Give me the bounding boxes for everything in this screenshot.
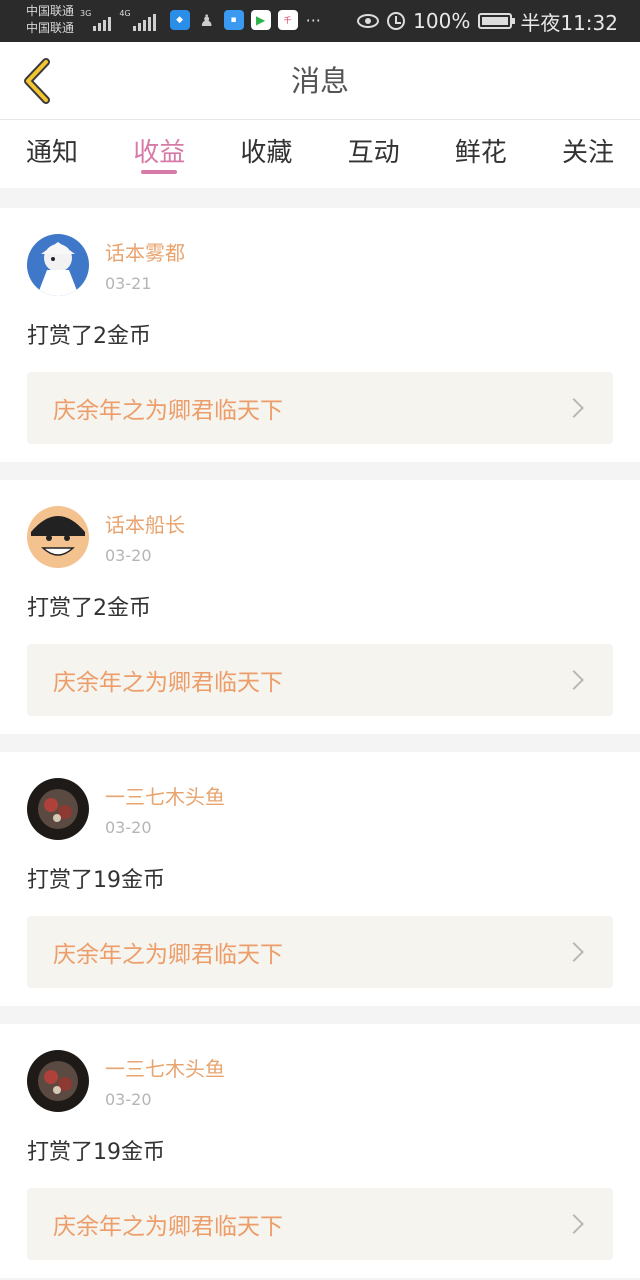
carrier-2: 中国联通 [26, 21, 75, 35]
book-title: 庆余年之为卿君临天下 [53, 942, 283, 968]
message-date: 03-20 [105, 546, 152, 565]
list-item: 一三七木头鱼 03-20 打赏了19金币 庆余年之为卿君临天下 [0, 752, 640, 1006]
tab-following[interactable]: 关注 [562, 120, 614, 188]
reward-text: 打赏了2金币 [27, 596, 151, 621]
tab-flowers[interactable]: 鲜花 [455, 120, 507, 188]
book-link[interactable]: 庆余年之为卿君临天下 [27, 644, 613, 716]
message-date: 03-20 [105, 818, 152, 837]
reward-text: 打赏了19金币 [27, 1140, 165, 1165]
qianniu-app-icon: 千 [277, 10, 298, 30]
clock: 半夜11:32 [520, 10, 618, 35]
status-bar: 中国联通 中国联通 3G 4G ◆ ♟ ▪ ▶ 千 ··· 100% 半夜11:… [0, 0, 640, 42]
username[interactable]: 话本船长 [105, 509, 185, 538]
book-title: 庆余年之为卿君临天下 [53, 670, 283, 696]
reward-text: 打赏了2金币 [27, 324, 151, 349]
spacer [0, 188, 640, 208]
signal-bars-icon [132, 14, 156, 31]
battery-percent: 100% [413, 9, 471, 33]
battery-icon [478, 13, 516, 29]
book-title: 庆余年之为卿君临天下 [53, 398, 283, 424]
username[interactable]: 一三七木头鱼 [105, 1053, 225, 1082]
page-title: 消息 [290, 64, 349, 98]
app-header: 消息 [0, 42, 640, 120]
qq-icon: ♟ [196, 10, 217, 30]
chevron-right-icon [564, 1214, 584, 1234]
tab-bar: 通知 收益 收藏 互动 鲜花 关注 [0, 120, 640, 188]
signal-3g: 3G 4G [80, 9, 164, 31]
eye-icon [357, 14, 380, 28]
message-date: 03-20 [105, 1090, 152, 1109]
carrier-labels: 中国联通 中国联通 [26, 3, 74, 37]
more-notifications-icon: ··· [305, 10, 321, 30]
network-type-2: 4G [119, 9, 131, 18]
avatar[interactable] [27, 1050, 89, 1112]
tab-notifications[interactable]: 通知 [26, 120, 78, 188]
shield-app-icon: ◆ [169, 10, 190, 30]
list-item: 一三七木头鱼 03-20 打赏了19金币 庆余年之为卿君临天下 [0, 1024, 640, 1278]
book-link[interactable]: 庆余年之为卿君临天下 [27, 1188, 613, 1260]
book-link[interactable]: 庆余年之为卿君临天下 [27, 916, 613, 988]
tab-earnings[interactable]: 收益 [133, 120, 185, 188]
book-link[interactable]: 庆余年之为卿君临天下 [27, 372, 613, 444]
username[interactable]: 一三七木头鱼 [105, 781, 225, 810]
carrier-1: 中国联通 [26, 4, 75, 18]
signal-bars-icon [93, 17, 112, 31]
chevron-right-icon [564, 670, 584, 690]
tab-favorites[interactable]: 收藏 [240, 120, 292, 188]
message-list: 话本雾都 03-21 打赏了2金币 庆余年之为卿君临天下 话本船长 03-20 … [0, 208, 640, 1278]
book-title: 庆余年之为卿君临天下 [53, 1214, 283, 1240]
message-date: 03-21 [105, 274, 152, 293]
video-app-icon: ▶ [250, 10, 271, 30]
chevron-right-icon [564, 398, 584, 418]
tab-interactions[interactable]: 互动 [348, 120, 400, 188]
chevron-right-icon [564, 942, 584, 962]
avatar[interactable] [27, 506, 89, 568]
list-item: 话本雾都 03-21 打赏了2金币 庆余年之为卿君临天下 [0, 208, 640, 462]
username[interactable]: 话本雾都 [105, 237, 185, 266]
avatar[interactable] [27, 234, 89, 296]
list-item: 话本船长 03-20 打赏了2金币 庆余年之为卿君临天下 [0, 480, 640, 734]
reward-text: 打赏了19金币 [27, 868, 165, 893]
alarm-icon [387, 12, 406, 30]
message-app-icon: ▪ [223, 10, 244, 30]
network-type-1: 3G [80, 9, 92, 18]
avatar[interactable] [27, 778, 89, 840]
